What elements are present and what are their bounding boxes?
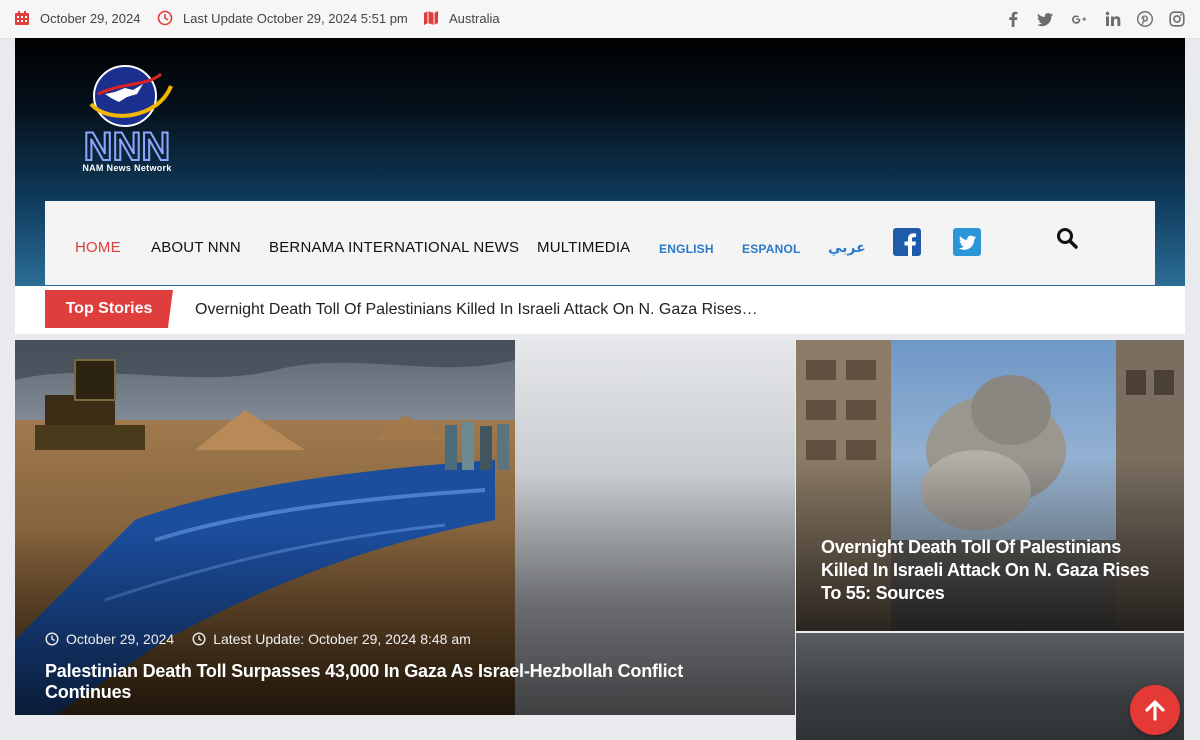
clock-icon [45,632,59,646]
clock-icon [192,632,206,646]
nav-multimedia[interactable]: MULTIMEDIA [537,239,630,256]
svg-text:NNN: NNN [84,125,171,169]
last-update-item: Last Update October 29, 2024 5:51 pm [157,10,408,26]
side-article-image-2 [796,633,1184,740]
last-update-text: Last Update October 29, 2024 5:51 pm [183,10,408,26]
main-navigation: HOME ABOUT NNN BERNAMA INTERNATIONAL NEW… [45,201,1155,285]
site-logo[interactable]: NAM News Network NNN [53,64,201,178]
search-icon[interactable] [1055,226,1079,250]
twitter-square-icon[interactable] [953,228,981,256]
side-article-card[interactable]: Overnight Death Toll Of Palestinians Kil… [796,340,1184,631]
lang-english[interactable]: ENGLISH [659,242,714,256]
featured-article-date: October 29, 2024 [66,631,175,647]
facebook-icon[interactable] [1004,10,1022,28]
calendar-icon [15,11,29,25]
facebook-square-icon[interactable] [893,228,921,256]
featured-article-meta: October 29, 2024 Latest Update: October … [45,631,471,647]
location-text: Australia [449,10,500,26]
ticker-headline[interactable]: Overnight Death Toll Of Palestinians Kil… [195,301,760,319]
lang-espanol[interactable]: ESPANOL [742,242,801,256]
pinterest-icon[interactable] [1136,10,1154,28]
location-item: Australia [423,10,500,26]
twitter-icon[interactable] [1036,10,1054,28]
nnn-logo-icon: NAM News Network NNN [82,65,173,173]
back-to-top-button[interactable] [1130,685,1180,735]
featured-article-title[interactable]: Palestinian Death Toll Surpasses 43,000 … [45,661,765,703]
lang-arabic[interactable]: عربي [828,239,866,256]
nav-about-nnn[interactable]: ABOUT NNN [151,239,241,256]
date-item: October 29, 2024 [14,10,140,26]
current-date: October 29, 2024 [40,10,141,26]
top-social-links [1004,10,1186,28]
linkedin-icon[interactable] [1104,10,1122,28]
instagram-icon[interactable] [1168,10,1186,28]
nav-bernama-international-news[interactable]: BERNAMA INTERNATIONAL NEWS [269,239,519,256]
side-article-title[interactable]: Overnight Death Toll Of Palestinians Kil… [821,536,1166,605]
top-bar: October 29, 2024 Last Update October 29,… [0,0,1200,39]
featured-article[interactable]: October 29, 2024 Latest Update: October … [15,340,795,715]
side-article-card-2[interactable] [796,633,1184,740]
map-icon [424,11,438,25]
featured-article-update: Latest Update: October 29, 2024 8:48 am [213,631,471,647]
arrow-up-icon [1145,700,1165,721]
top-stories-ticker: Top Stories Overnight Death Toll Of Pale… [15,286,1185,334]
google-plus-icon[interactable] [1068,10,1090,28]
nav-home[interactable]: HOME [75,239,121,256]
clock-icon [157,10,173,26]
top-stories-label: Top Stories [45,290,173,328]
site-header: NAM News Network NNN HOME ABOUT NNN BERN… [15,38,1185,286]
featured-article-image [15,340,515,715]
